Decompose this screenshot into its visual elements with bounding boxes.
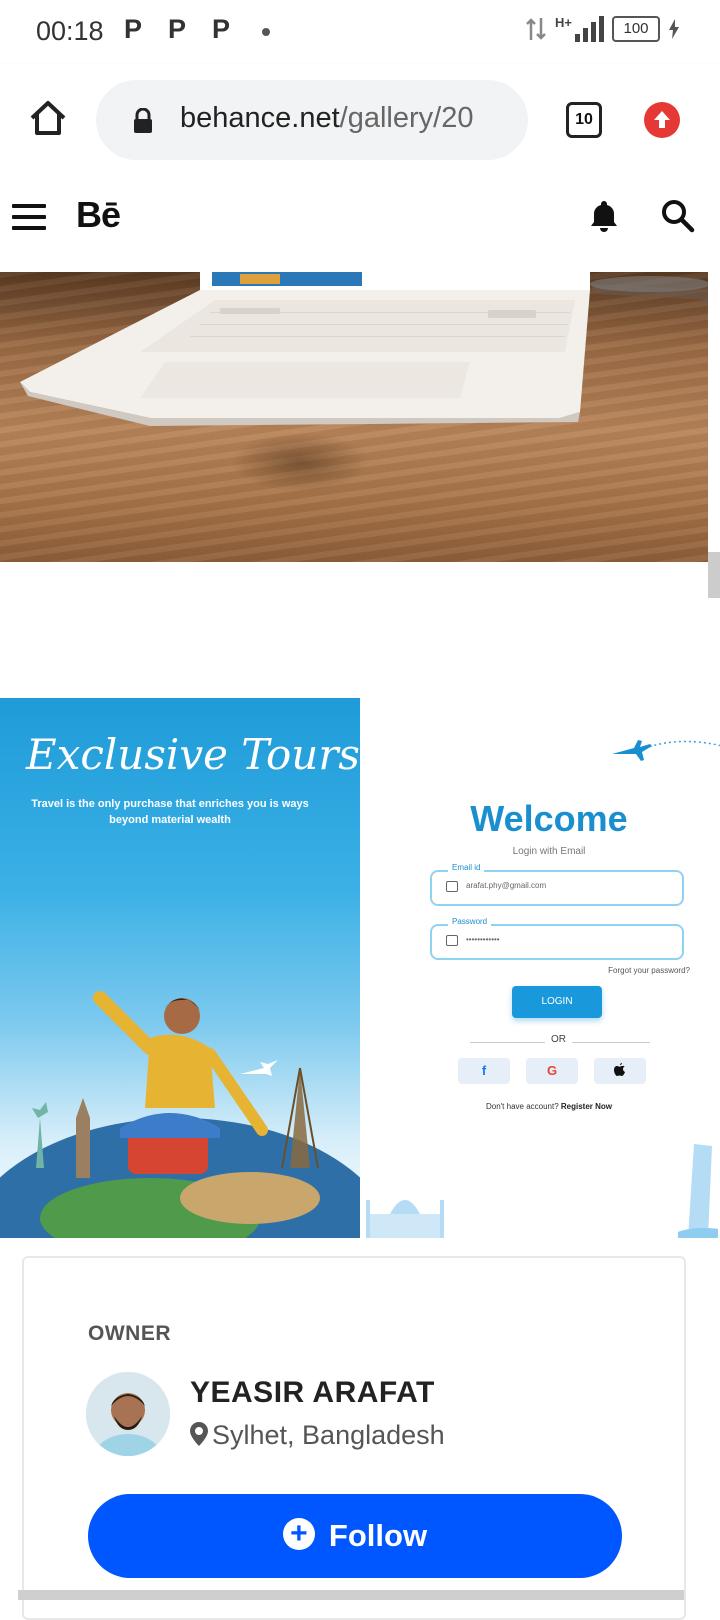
owner-name[interactable]: YEASIR ARAFAT	[190, 1376, 435, 1410]
owner-location: Sylhet, Bangladesh	[190, 1420, 445, 1451]
taj-mahal-illustration	[366, 1200, 444, 1238]
or-text: OR	[545, 1034, 572, 1045]
register-text: Don't have account? Register Now	[360, 1102, 720, 1111]
mail-icon	[446, 881, 458, 892]
location-pin-icon	[190, 1422, 208, 1446]
owner-card: OWNER YEASIR ARAFAT Sylhet, Bangladesh +…	[22, 1256, 686, 1620]
behance-header: Bē	[0, 176, 720, 272]
url-text: behance.net/gallery/20	[180, 102, 473, 135]
notification-p-icon: P	[212, 14, 231, 44]
password-label: Password	[448, 917, 492, 926]
browser-toolbar: behance.net/gallery/20 10	[0, 64, 720, 176]
status-bar: 00:18 P P P H+ 100	[0, 0, 720, 64]
notification-p-icon: P	[124, 14, 143, 44]
google-icon: G	[526, 1058, 578, 1084]
signal-icon	[575, 16, 604, 42]
login-mockup: Welcome Login with Email Email id arafat…	[360, 698, 720, 1238]
owner-label: OWNER	[88, 1322, 171, 1345]
url-path: /gallery/20	[339, 102, 474, 134]
login-subtitle: Login with Email	[512, 846, 586, 857]
hamburger-menu-icon[interactable]	[12, 204, 46, 234]
register-prefix: Don't have account?	[485, 1102, 559, 1111]
login-button: LOGIN	[512, 986, 602, 1018]
traveler-globe-illustration	[0, 991, 360, 1238]
bottom-scroll-edge	[18, 1590, 684, 1600]
notification-bell-icon[interactable]	[588, 198, 620, 234]
plus-circle-icon: +	[282, 1518, 315, 1550]
follow-button[interactable]: + Follow	[88, 1494, 622, 1578]
tours-panel: Exclusive Tours Travel is the only purch…	[0, 698, 360, 1238]
location-text: Sylhet, Bangladesh	[212, 1420, 445, 1450]
data-transfer-icon	[526, 18, 546, 40]
register-link: Register Now	[560, 1102, 613, 1111]
email-value: arafat.phy@gmail.com	[466, 881, 547, 890]
update-icon[interactable]	[644, 102, 680, 138]
battery-icon: 100	[612, 16, 660, 42]
notification-p-icon: P	[168, 14, 187, 44]
forgot-password-link: Forgot your password?	[608, 966, 690, 975]
home-icon[interactable]	[26, 96, 70, 140]
tab-switcher-button[interactable]: 10	[566, 102, 602, 138]
pisa-tower-illustration	[678, 1144, 718, 1238]
email-label: Email id	[448, 863, 485, 872]
welcome-heading: Welcome	[470, 798, 628, 839]
page-scrollbar-thumb[interactable]	[708, 552, 720, 598]
follow-label: Follow	[328, 1518, 428, 1553]
facebook-icon: f	[458, 1058, 510, 1084]
project-image-showcase: Exclusive Tours Travel is the only purch…	[0, 698, 720, 1238]
email-field: Email id arafat.phy@gmail.com	[430, 863, 684, 906]
apple-icon	[594, 1058, 646, 1084]
status-time: 00:18	[36, 16, 104, 46]
charging-icon	[669, 19, 679, 39]
url-host: behance.net	[180, 102, 340, 134]
avatar[interactable]	[86, 1372, 170, 1456]
password-field: Password ••••••••••••	[430, 917, 684, 960]
behance-logo[interactable]: Bē	[76, 194, 121, 236]
url-bar[interactable]: behance.net/gallery/20	[96, 80, 528, 160]
network-type: H+	[555, 14, 572, 30]
more-notifications-dot	[262, 28, 270, 36]
search-icon[interactable]	[660, 198, 696, 234]
status-right: H+ 100	[525, 14, 680, 42]
laptop-illustration	[20, 272, 708, 426]
lock-icon	[134, 108, 152, 133]
lock-icon	[446, 935, 458, 946]
password-value: ••••••••••••	[466, 935, 500, 944]
project-image-laptop	[0, 272, 708, 562]
airplane-icon	[612, 740, 720, 761]
